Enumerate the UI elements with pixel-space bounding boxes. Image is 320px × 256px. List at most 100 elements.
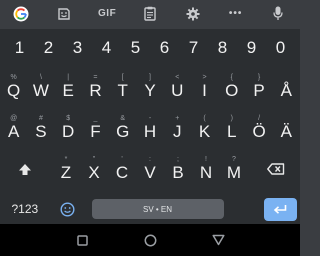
home-button[interactable]: [142, 232, 158, 248]
keyboard-toolbar: GIF •••: [0, 0, 300, 27]
key-9[interactable]: 9: [238, 34, 266, 62]
key-hint: :: [149, 156, 151, 163]
key-label: Q: [7, 80, 21, 100]
key-label: 5: [130, 38, 141, 57]
recents-button[interactable]: [74, 232, 90, 248]
key-hint: ': [121, 156, 123, 163]
key-label: Z: [60, 162, 72, 182]
key-j[interactable]: + J: [164, 114, 190, 142]
key-f[interactable]: _ F: [82, 114, 108, 142]
keyboard-area: 1 2 3 4 5 6 7 8 9 0 % Q \ W | E = R [T ] Y < U…: [0, 29, 300, 224]
key-y[interactable]: ] Y: [137, 73, 163, 101]
key-label: J: [173, 121, 182, 141]
enter-key[interactable]: [263, 198, 297, 221]
symbols-key[interactable]: ?123: [4, 195, 54, 223]
key-label: O: [225, 80, 239, 100]
shift-arrow-icon: [18, 163, 31, 175]
key-a-umlaut[interactable]: Ä: [273, 114, 299, 142]
row-spacer: [224, 195, 264, 223]
gif-button[interactable]: GIF: [95, 4, 119, 24]
key-label: 1: [14, 38, 25, 57]
bottom-row: ?123 SV • EN: [0, 195, 300, 223]
row-spacer: [42, 155, 52, 183]
sticker-icon[interactable]: [52, 4, 76, 24]
square-icon: [76, 234, 88, 246]
back-button[interactable]: [210, 232, 226, 248]
key-o-umlaut[interactable]: / Ö: [246, 114, 272, 142]
key-k[interactable]: (K: [191, 114, 217, 142]
enter-return-icon: [273, 205, 287, 214]
key-o[interactable]: {O: [219, 73, 245, 101]
key-label: E: [62, 80, 74, 100]
key-hint: \: [39, 74, 42, 81]
emoji-key[interactable]: [54, 195, 82, 223]
key-a-ring[interactable]: Å: [273, 73, 299, 101]
key-hint: <: [175, 74, 180, 81]
more-options-icon[interactable]: •••: [224, 4, 248, 24]
letter-row-1: % Q \ W | E = R [T ] Y < U > I {O } P Å: [0, 73, 300, 101]
key-hint: *: [64, 156, 68, 163]
key-1[interactable]: 1: [6, 34, 34, 62]
key-z[interactable]: * Z: [53, 155, 80, 183]
key-m[interactable]: ? M: [221, 155, 248, 183]
row-spacer: [248, 155, 258, 183]
key-3[interactable]: 3: [64, 34, 92, 62]
key-b[interactable]: ; B: [165, 155, 192, 183]
key-u[interactable]: < U: [164, 73, 190, 101]
key-hint: /: [258, 115, 261, 122]
key-0[interactable]: 0: [267, 34, 295, 62]
key-label: 7: [188, 38, 199, 57]
key-hint: !: [205, 156, 207, 163]
key-h[interactable]: -H: [137, 114, 163, 142]
key-7[interactable]: 7: [180, 34, 208, 62]
settings-gear-icon[interactable]: [181, 4, 205, 24]
key-l[interactable]: ) L: [219, 114, 245, 142]
key-n[interactable]: ! N: [193, 155, 220, 183]
key-hint: &: [120, 115, 126, 122]
key-hint: }: [257, 74, 261, 81]
key-hint: _: [93, 115, 98, 122]
key-label: 6: [159, 38, 170, 57]
navigation-bar: [0, 224, 300, 256]
key-label: V: [144, 162, 156, 182]
key-4[interactable]: 4: [93, 34, 121, 62]
shift-key[interactable]: [8, 155, 42, 183]
key-5[interactable]: 5: [122, 34, 150, 62]
key-label: U: [171, 80, 184, 100]
circle-icon: [144, 234, 156, 246]
key-label: L: [227, 121, 237, 141]
key-label: Å: [280, 80, 292, 100]
microphone-icon[interactable]: [266, 4, 290, 24]
key-e[interactable]: | E: [55, 73, 81, 101]
key-r[interactable]: = R: [82, 73, 108, 101]
key-g[interactable]: & G: [110, 114, 136, 142]
key-label: C: [115, 162, 129, 182]
key-w[interactable]: \ W: [28, 73, 54, 101]
key-hint: ): [230, 115, 233, 122]
key-c[interactable]: ' C: [109, 155, 136, 183]
key-v[interactable]: :V: [137, 155, 164, 183]
key-i[interactable]: > I: [191, 73, 217, 101]
key-p[interactable]: } P: [246, 73, 272, 101]
google-icon[interactable]: [9, 4, 33, 24]
key-label: M: [226, 162, 242, 182]
key-t[interactable]: [T: [110, 73, 136, 101]
key-d[interactable]: $ D: [55, 114, 81, 142]
key-a[interactable]: @ A: [1, 114, 27, 142]
key-q[interactable]: % Q: [1, 73, 27, 101]
key-s[interactable]: # S: [28, 114, 54, 142]
triangle-down-icon: [211, 234, 225, 246]
key-hint: =: [93, 74, 98, 81]
space-bar[interactable]: SV • EN: [91, 199, 224, 219]
backspace-key[interactable]: [259, 155, 293, 183]
key-2[interactable]: 2: [35, 34, 63, 62]
key-6[interactable]: 6: [151, 34, 179, 62]
key-label: N: [199, 162, 213, 182]
backspace-icon: [266, 163, 284, 175]
key-label: T: [117, 80, 128, 100]
key-x[interactable]: " X: [81, 155, 108, 183]
clipboard-icon[interactable]: [138, 4, 162, 24]
key-label: 8: [217, 38, 228, 57]
key-hint: (: [203, 115, 206, 122]
key-8[interactable]: 8: [209, 34, 237, 62]
